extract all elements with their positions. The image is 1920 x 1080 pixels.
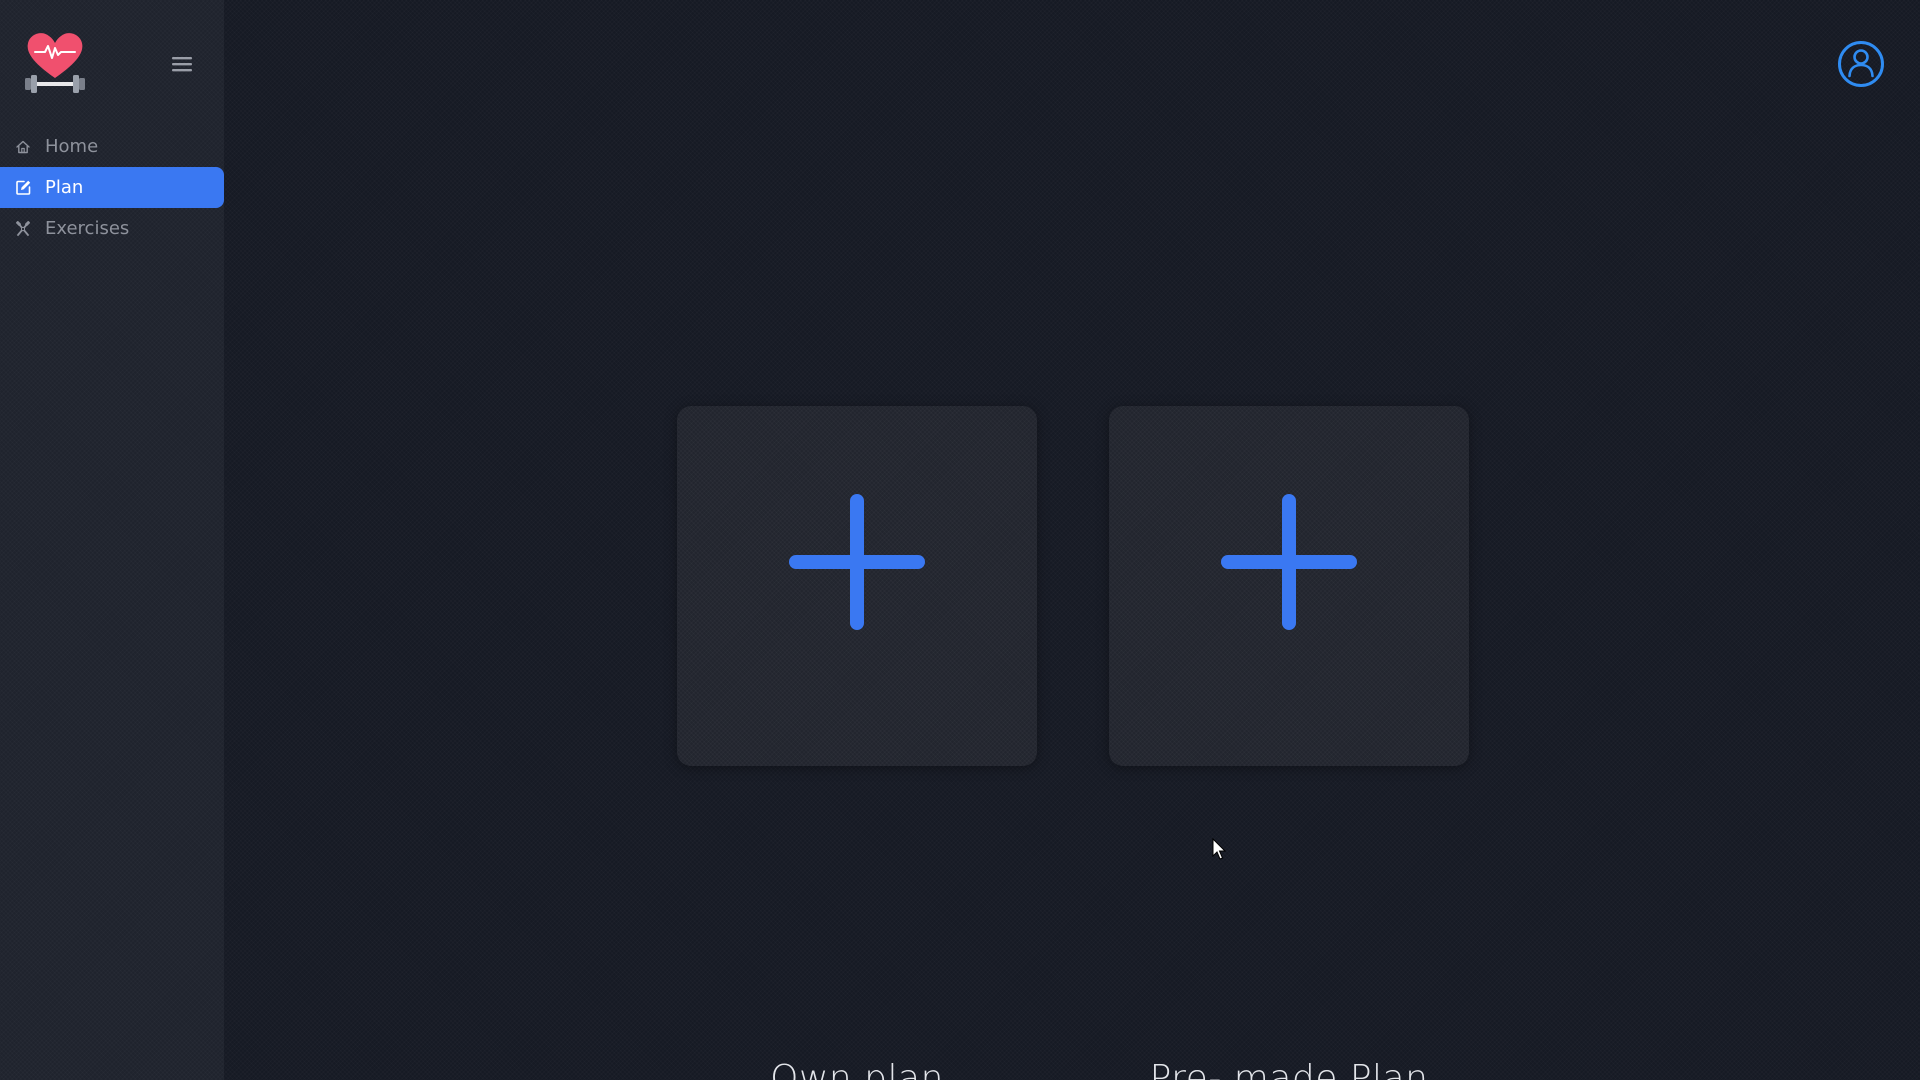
- heart-dumbbell-logo-icon: [25, 33, 85, 93]
- mouse-cursor-icon: [1212, 837, 1228, 862]
- home-icon: [14, 138, 32, 156]
- sidebar-item-label: Home: [45, 136, 99, 157]
- app-logo[interactable]: [22, 28, 88, 98]
- sidebar-item-plan[interactable]: Plan: [0, 167, 224, 208]
- hamburger-menu-icon[interactable]: [168, 50, 196, 78]
- sidebar: Home Plan Exercises: [0, 0, 224, 1080]
- plus-icon: [789, 494, 925, 630]
- exercise-icon: [14, 220, 32, 238]
- sidebar-item-exercises[interactable]: Exercises: [0, 208, 224, 249]
- own-plan-card[interactable]: Own plan: [677, 406, 1037, 1080]
- edit-icon: [14, 179, 32, 197]
- plus-icon: [1221, 494, 1357, 630]
- sidebar-item-label: Plan: [45, 177, 84, 198]
- sidebar-nav: Home Plan Exercises: [0, 126, 224, 249]
- card-label: Pre- made Plan: [1149, 1058, 1429, 1080]
- user-icon: [1838, 41, 1884, 87]
- card-label: Own plan: [770, 1058, 944, 1080]
- pre-made-plan-card[interactable]: Pre- made Plan: [1109, 406, 1469, 1080]
- app-root: Home Plan Exercises Own plan Pre- made P…: [0, 0, 1920, 1080]
- sidebar-item-label: Exercises: [45, 218, 130, 239]
- sidebar-item-home[interactable]: Home: [0, 126, 224, 167]
- user-profile-button[interactable]: [1837, 40, 1885, 88]
